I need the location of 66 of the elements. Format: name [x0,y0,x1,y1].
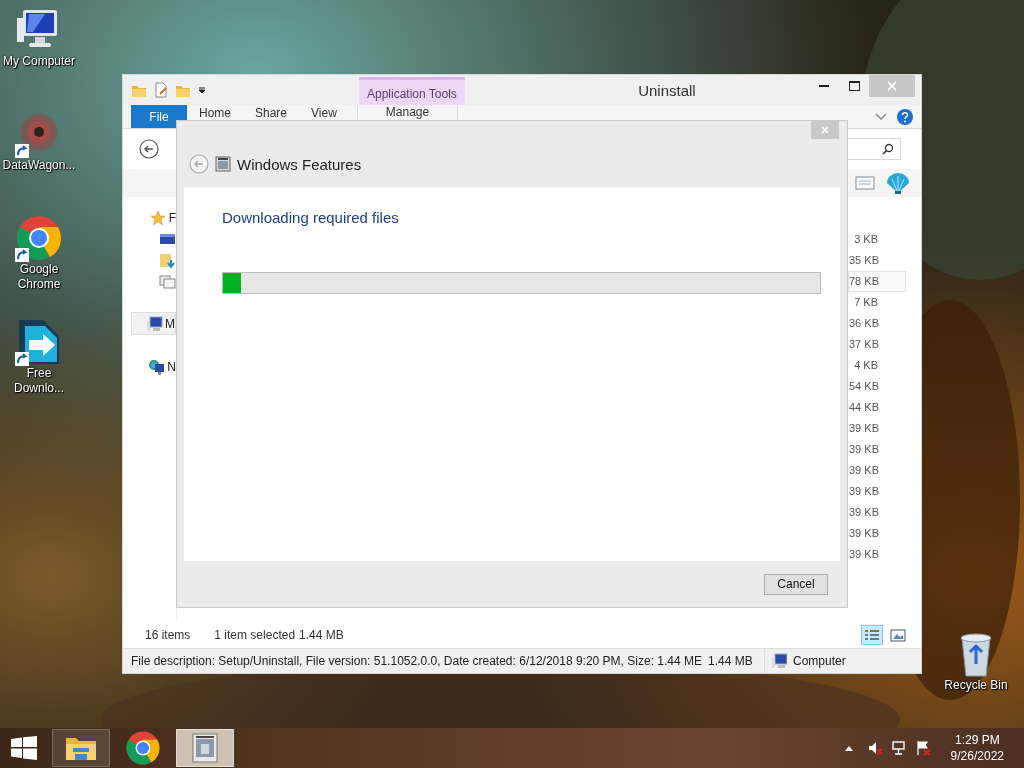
desktop-icon-label[interactable]: Free Downlo... [1,366,77,396]
size-cell[interactable]: 39 KB [848,502,906,523]
speaker-muted-icon[interactable] [866,740,883,756]
flag-icon[interactable] [914,740,931,756]
file-description: File description: Setup/Uninstall, File version: 51.1052.0.0, Date created: 6/12/2018 9:20 PM, Size: 1.44 ME [131,654,702,668]
size-cell[interactable]: 44 KB [848,397,906,418]
dialog-heading: Downloading required files [222,209,400,226]
close-icon [887,81,897,91]
size-cell[interactable]: 3 KB [848,229,906,250]
context-tab-label: Application Tools [359,77,465,105]
dropdown-caret-icon[interactable] [197,85,207,95]
chevron-down-icon[interactable] [875,112,887,121]
search-field[interactable] [847,138,901,160]
size-cell[interactable]: 4 KB [848,355,906,376]
download-folder-icon[interactable] [159,251,176,268]
network-icon[interactable] [148,358,166,375]
features-icon [215,156,231,172]
close-icon [821,126,829,134]
file-tab[interactable]: File [131,105,187,128]
shell-icon[interactable] [885,171,911,195]
cancel-button[interactable]: Cancel [764,573,828,595]
selection-size: 1.44 MB [299,628,344,642]
clock-date[interactable]: 9/26/2022 [950,748,1004,764]
size-cell[interactable]: 35 KB [848,250,906,271]
desktop-icon-label[interactable]: Google Chrome [1,262,77,292]
network-icon[interactable] [890,740,907,756]
size-cell[interactable]: 39 KB [848,544,906,565]
desktop-icon-label[interactable]: DataWagon... [1,158,77,173]
size-cell[interactable]: 39 KB [848,418,906,439]
clock-time[interactable]: 1:29 PM [954,732,1000,748]
window-title: Uninstall [637,81,697,99]
search-icon [882,143,894,155]
file-size: 1.44 MB [708,654,753,668]
item-count: 16 items [145,628,191,642]
dialog-title: Windows Features [237,155,362,173]
chrome-icon[interactable] [15,214,63,262]
size-cell[interactable]: 78 KB [848,271,906,292]
help-icon[interactable] [897,108,913,125]
nav-item-label[interactable]: N [167,359,176,374]
computer-icon [771,653,787,669]
size-cell[interactable]: 39 KB [848,439,906,460]
windows-start-icon[interactable] [11,736,37,760]
desktop-icon-label[interactable]: My Computer [1,54,77,69]
nav-item-label[interactable]: M [165,316,175,331]
size-cell[interactable]: 7 KB [848,292,906,313]
view-button[interactable] [861,625,883,645]
star-icon[interactable] [149,209,167,226]
chrome-icon [125,730,161,766]
minimize-icon [819,85,829,87]
desktop-icon-label[interactable]: Recycle Bin [938,678,1014,693]
nav-item-highlight[interactable]: M [131,312,176,335]
back-icon[interactable] [139,139,159,159]
document-icon[interactable] [153,82,169,98]
nav-item-label[interactable]: F [168,210,176,225]
size-cell[interactable]: 36 KB [848,313,906,334]
size-cell[interactable]: 54 KB [848,376,906,397]
location-label: Computer [793,654,846,668]
size-cell[interactable]: 39 KB [848,460,906,481]
maximize-icon [848,81,860,91]
computer-icon[interactable] [146,315,163,332]
size-cell[interactable]: 37 KB [848,334,906,355]
size-cell[interactable]: 39 KB [848,523,906,544]
thumbnail-view-icon [890,628,906,642]
selection-status: 1 item selected [214,628,296,642]
size-cell[interactable]: 39 KB [848,481,906,502]
details-view-icon [864,628,880,642]
